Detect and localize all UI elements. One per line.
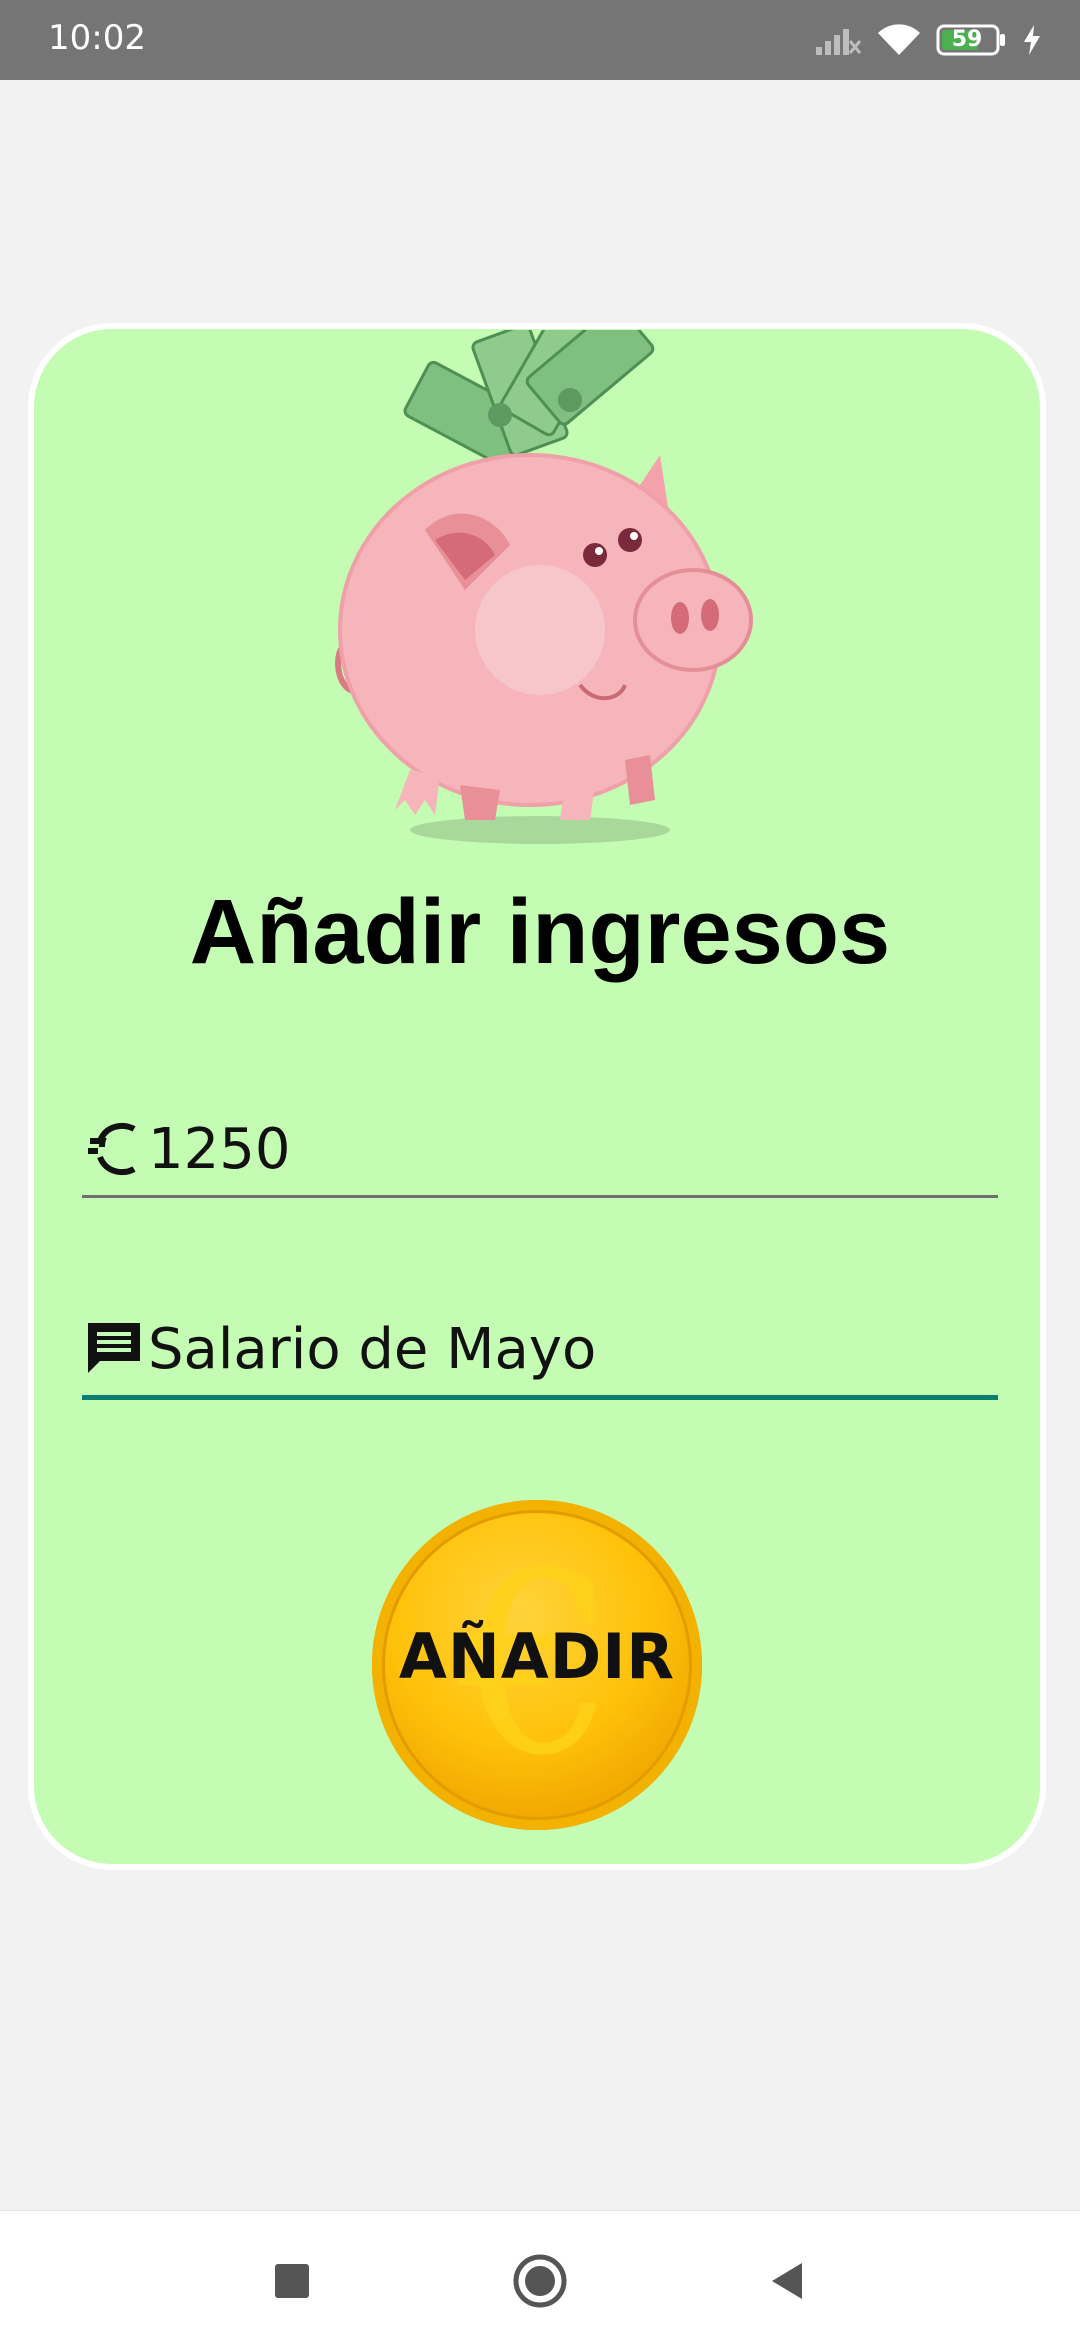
piggy-bank-illustration — [335, 330, 753, 844]
status-icons: 59 — [814, 20, 1042, 60]
charging-icon — [1022, 23, 1042, 57]
status-time: 10:02 — [48, 18, 146, 58]
euro-icon — [84, 1119, 144, 1179]
navigation-bar — [0, 2210, 1080, 2341]
circle-icon — [513, 2254, 567, 2308]
wifi-icon — [876, 23, 922, 57]
battery-level: 59 — [951, 27, 983, 52]
status-bar: 10:02 59 — [0, 0, 1080, 80]
back-button[interactable] — [758, 2251, 818, 2311]
battery-icon: 59 — [936, 23, 1008, 57]
description-field[interactable] — [82, 1305, 998, 1400]
page-title: Añadir ingresos — [189, 881, 891, 983]
description-input[interactable] — [148, 1311, 988, 1387]
back-triangle-icon — [772, 2263, 802, 2299]
message-icon — [84, 1319, 144, 1379]
recents-button[interactable] — [262, 2251, 322, 2311]
amount-input[interactable] — [148, 1111, 988, 1187]
home-button[interactable] — [510, 2251, 570, 2311]
signal-icon — [814, 23, 862, 57]
amount-field[interactable] — [82, 1105, 998, 1198]
money-icon — [403, 330, 655, 470]
square-icon — [275, 2264, 309, 2298]
add-button-label: AÑADIR — [398, 1620, 676, 1693]
add-button[interactable]: € AÑADIR — [372, 1500, 702, 1830]
